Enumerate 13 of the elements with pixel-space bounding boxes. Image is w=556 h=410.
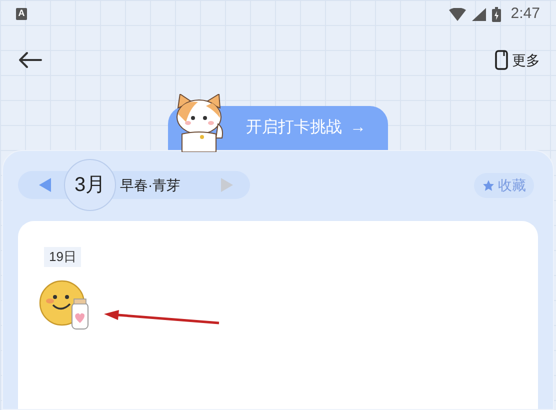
battery-icon bbox=[492, 6, 501, 22]
season-label: 早春·青芽 bbox=[120, 176, 182, 194]
favorite-button[interactable]: 收藏 bbox=[474, 172, 534, 198]
date-tag: 19日 bbox=[44, 247, 82, 266]
wifi-icon bbox=[448, 8, 466, 20]
more-button[interactable]: 更多 bbox=[495, 50, 540, 70]
signal-icon bbox=[472, 8, 486, 20]
phone-icon bbox=[495, 50, 508, 70]
annotation-arrow-icon bbox=[104, 309, 220, 325]
notification-badge: A bbox=[16, 8, 27, 20]
star-icon bbox=[482, 178, 495, 192]
status-time: 2:47 bbox=[510, 4, 540, 24]
month-label: 3月 bbox=[64, 159, 116, 211]
